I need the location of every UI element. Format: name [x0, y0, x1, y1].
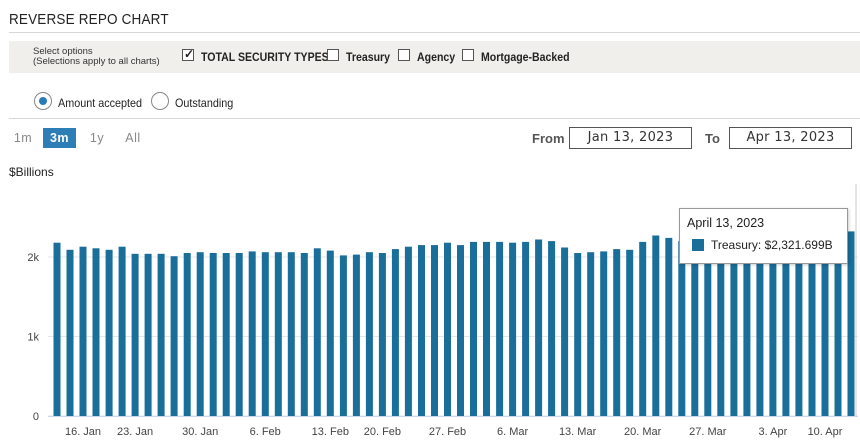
tooltip-date: April 13, 2023 [687, 216, 765, 230]
x-tick-label: 13. Feb [312, 426, 349, 438]
bar [652, 235, 660, 416]
bar [847, 231, 855, 416]
x-tick-label: 6. Feb [250, 426, 281, 438]
bar [613, 249, 621, 416]
bar [418, 245, 425, 416]
tooltip-series-swatch [692, 239, 704, 251]
bar [626, 249, 634, 416]
bar [535, 239, 543, 416]
x-tick-label: 30. Jan [182, 426, 218, 438]
bar [470, 241, 477, 416]
y-tick-label: 2k [27, 252, 39, 264]
x-tick-label: 3. Apr [759, 426, 788, 438]
bar [339, 255, 347, 416]
bar [209, 253, 217, 416]
bar [235, 253, 243, 416]
x-tick-label: 10. Apr [808, 426, 843, 438]
bar [261, 252, 269, 416]
bar [183, 253, 191, 416]
bar [600, 251, 608, 416]
bar [391, 249, 399, 416]
bar [222, 253, 230, 416]
bar [300, 253, 308, 416]
bar [431, 245, 438, 416]
bar [131, 253, 139, 416]
x-tick-label: 27. Mar [689, 426, 727, 438]
bar [105, 249, 113, 416]
tooltip-series-name: Treasury: [711, 238, 762, 252]
y-tick-label: 0 [33, 411, 39, 423]
bar [274, 252, 282, 416]
x-tick-label: 13. Mar [559, 426, 597, 438]
x-tick-label: 20. Mar [624, 426, 662, 438]
tooltip-series-text: Treasury: $2,321.699B [711, 238, 833, 252]
bar [561, 247, 569, 416]
bar [574, 253, 582, 416]
bar [587, 252, 595, 416]
bar [548, 241, 556, 416]
x-tick-label: 16. Jan [65, 426, 101, 438]
x-tick-label: 20. Feb [364, 426, 401, 438]
bar [365, 252, 373, 416]
bar [457, 245, 464, 416]
bar [483, 241, 490, 416]
bar [53, 242, 61, 416]
bar [170, 256, 178, 416]
bar [313, 248, 321, 416]
chart-tooltip: April 13, 2023 Treasury: $2,321.699B [679, 208, 848, 264]
bar [157, 253, 165, 416]
bar [522, 241, 530, 416]
tooltip-series-value: $2,321.699B [764, 238, 833, 252]
bar [196, 252, 204, 416]
bar [704, 237, 712, 416]
bar [665, 237, 673, 416]
bar [404, 246, 412, 416]
bar [509, 242, 517, 416]
bar [691, 239, 699, 416]
bar [287, 252, 295, 416]
bar [118, 246, 126, 416]
bar [326, 250, 334, 416]
bar [66, 249, 74, 416]
bar [496, 241, 504, 416]
bar [378, 253, 386, 416]
bar [92, 248, 100, 416]
x-tick-label: 27. Feb [429, 426, 466, 438]
bar [144, 253, 152, 416]
y-tick-label: 1k [27, 332, 39, 344]
x-tick-label: 23. Jan [117, 426, 153, 438]
bar [639, 241, 647, 416]
bar [248, 251, 256, 416]
bar [678, 241, 686, 416]
bar [444, 242, 451, 416]
bar [79, 246, 87, 416]
bar [352, 254, 360, 416]
x-tick-label: 6. Mar [497, 426, 529, 438]
